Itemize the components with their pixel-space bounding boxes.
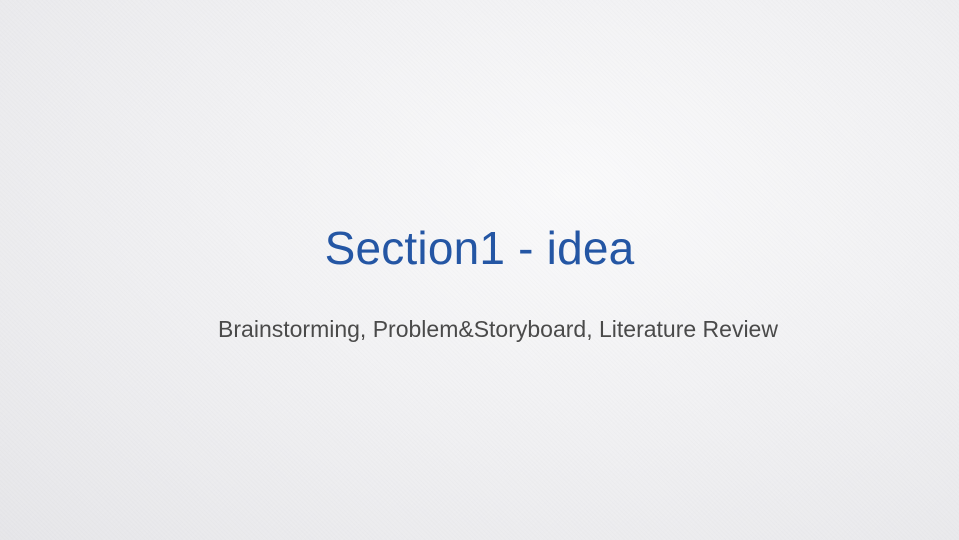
slide-subtitle: Brainstorming, Problem&Storyboard, Liter… [218,316,778,342]
slide-title: Section1 - idea [324,222,635,274]
slide: Section1 - idea Brainstorming, Problem&S… [0,0,959,540]
